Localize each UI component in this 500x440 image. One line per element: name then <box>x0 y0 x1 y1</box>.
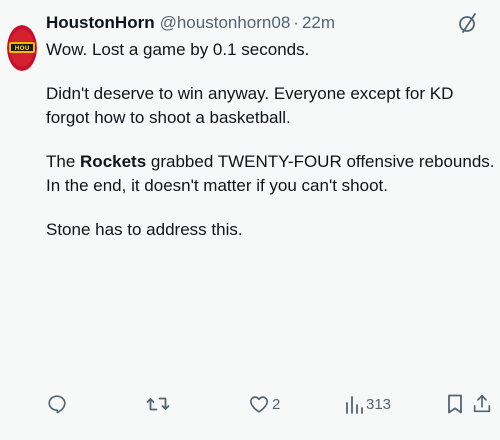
action-bar: 2 313 <box>46 387 494 421</box>
tweet-card[interactable]: HOU HoustonHorn @houstonhorn08 · 22m Wow… <box>0 0 500 440</box>
tweet-text: Wow. Lost a game by 0.1 seconds. Didn't d… <box>46 38 496 262</box>
tweet-text-bold: Rockets <box>80 152 147 171</box>
tweet-text-segment: The <box>46 152 81 171</box>
bookmark-button[interactable] <box>445 387 465 421</box>
avatar[interactable]: HOU <box>7 25 37 71</box>
repost-icon <box>146 397 170 411</box>
bookmark-icon <box>448 394 462 414</box>
svg-text:HOU: HOU <box>15 45 30 52</box>
separator-dot: · <box>293 13 299 32</box>
tweet-text-segment: Stone has to address this. <box>46 220 243 239</box>
tweet-paragraph: Wow. Lost a game by 0.1 seconds. <box>46 38 496 62</box>
tweet-text-segment: Didn't deserve to win anyway. Everyone e… <box>46 84 454 127</box>
timestamp[interactable]: 22m <box>302 13 335 33</box>
rockets-logo-icon: HOU <box>7 25 37 71</box>
reply-button[interactable] <box>46 387 68 421</box>
share-icon <box>473 394 491 413</box>
views-icon <box>346 396 363 414</box>
tweet-paragraph: The Rockets grabbed TWENTY-FOUR offensiv… <box>46 150 496 198</box>
heart-icon <box>250 396 268 413</box>
tweet-header: HoustonHorn @houstonhorn08 · 22m <box>46 11 490 35</box>
reply-icon <box>48 395 66 414</box>
share-button[interactable] <box>471 387 493 421</box>
views-button[interactable]: 313 <box>344 387 391 421</box>
like-button[interactable]: 2 <box>248 387 280 421</box>
tweet-paragraph: Didn't deserve to win anyway. Everyone e… <box>46 82 496 130</box>
user-handle[interactable]: @houstonhorn08 <box>160 13 291 33</box>
display-name[interactable]: HoustonHorn <box>46 13 155 33</box>
tweet-text-segment: Wow. Lost a game by 0.1 seconds. <box>46 40 310 59</box>
grok-icon[interactable] <box>456 11 480 35</box>
repost-button[interactable] <box>146 387 172 421</box>
views-count: 313 <box>366 395 392 413</box>
like-count: 2 <box>272 395 281 413</box>
tweet-paragraph: Stone has to address this. <box>46 218 496 242</box>
